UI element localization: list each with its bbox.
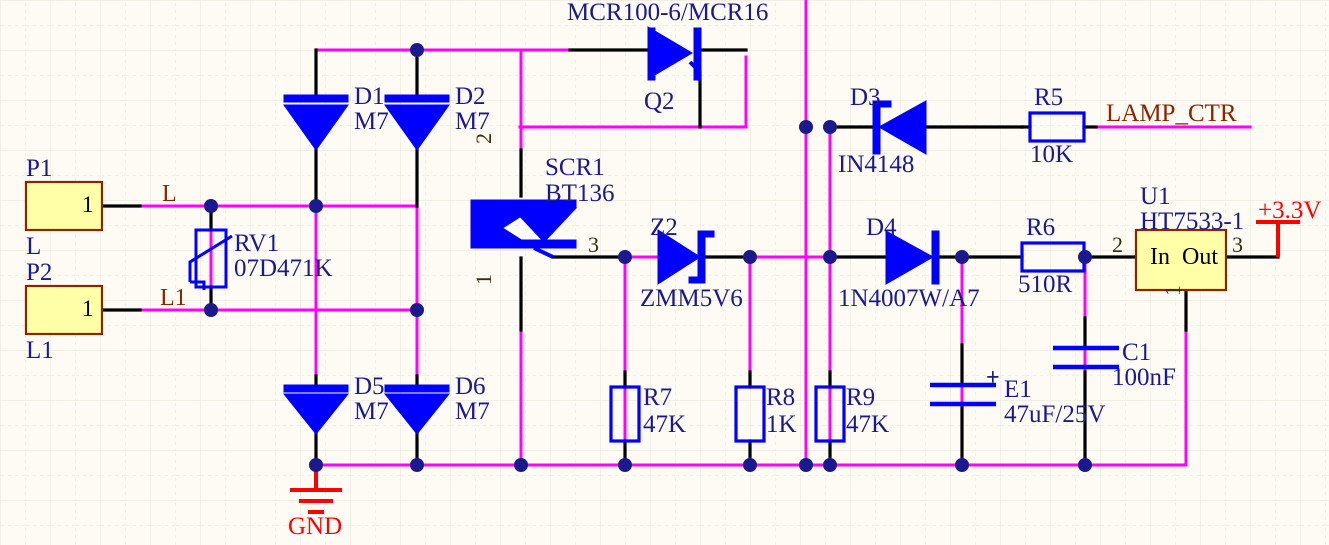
net-label-lamp-ctr: LAMP_CTR: [1106, 100, 1237, 127]
c1-designator: C1: [1122, 339, 1152, 366]
connector-p1-designator: P1: [26, 155, 53, 182]
schematic-drawing: [0, 0, 1329, 545]
schematic-canvas: P1 1 L P2 1 L1 L L1 RV1 07D471K D1 M7 D2…: [0, 0, 1329, 545]
d2-value: M7: [455, 108, 490, 135]
net-label-l1: L1: [160, 285, 187, 311]
q2-designator: Q2: [644, 88, 675, 115]
r9-value: 47K: [846, 411, 890, 438]
scr1-pin-3: 3: [588, 232, 599, 257]
z2-value: ZMM5V6: [640, 285, 743, 312]
u1-pin-2: 2: [1112, 232, 1123, 257]
e1-polarity-plus: +: [986, 365, 1000, 391]
rv1-designator: RV1: [234, 230, 280, 257]
connector-p1-bottom-label: L: [26, 233, 42, 260]
u1-pin-in-label: In: [1150, 244, 1170, 270]
connector-p2-pin-number: 1: [82, 296, 94, 321]
r5-value: 10K: [1030, 141, 1074, 168]
d5-value: M7: [354, 398, 389, 425]
scr1-designator: SCR1: [545, 154, 605, 181]
z2-designator: Z2: [650, 214, 678, 241]
power-label-3v3: +3.3V: [1258, 197, 1322, 224]
rv1-value: 07D471K: [234, 255, 333, 282]
u1-pin-out-label: Out: [1182, 244, 1218, 270]
r6-designator: R6: [1026, 214, 1056, 241]
u1-designator: U1: [1140, 183, 1171, 210]
d3-designator: D3: [850, 84, 881, 111]
scr1-value: BT136: [545, 180, 615, 207]
u1-pin-3: 3: [1232, 232, 1243, 257]
d1-value: M7: [354, 108, 389, 135]
d3-value: IN4148: [838, 151, 915, 178]
d6-value: M7: [455, 398, 490, 425]
c1-value: 100nF: [1112, 364, 1176, 391]
d4-designator: D4: [866, 214, 897, 241]
r7-value: 47K: [643, 411, 687, 438]
scr1-pin-2: 2: [471, 133, 496, 144]
connector-p1-pin-number: 1: [82, 192, 94, 217]
net-label-l: L: [162, 181, 177, 207]
connector-p2-bottom-label: L1: [26, 337, 54, 364]
d2-designator: D2: [455, 83, 486, 110]
r6-value: 510R: [1018, 271, 1073, 298]
e1-value: 47uF/25V: [1004, 401, 1106, 428]
r7-designator: R7: [643, 384, 673, 411]
scr1-pin-1: 1: [471, 274, 496, 285]
d5-designator: D5: [354, 373, 385, 400]
ground-label: GND: [288, 513, 343, 540]
q2-value: MCR100-6/MCR16: [567, 0, 769, 26]
r9-designator: R9: [846, 384, 876, 411]
u1-pin-1: 1: [1160, 285, 1185, 296]
r5-designator: R5: [1034, 84, 1064, 111]
r8-value: 1K: [766, 411, 797, 438]
u1-value: HT7533-1: [1140, 208, 1245, 235]
e1-designator: E1: [1004, 376, 1032, 403]
d6-designator: D6: [455, 373, 486, 400]
connector-p2-designator: P2: [26, 259, 53, 286]
r8-designator: R8: [766, 384, 796, 411]
d4-value: 1N4007W/A7: [838, 285, 980, 312]
d1-designator: D1: [354, 83, 385, 110]
